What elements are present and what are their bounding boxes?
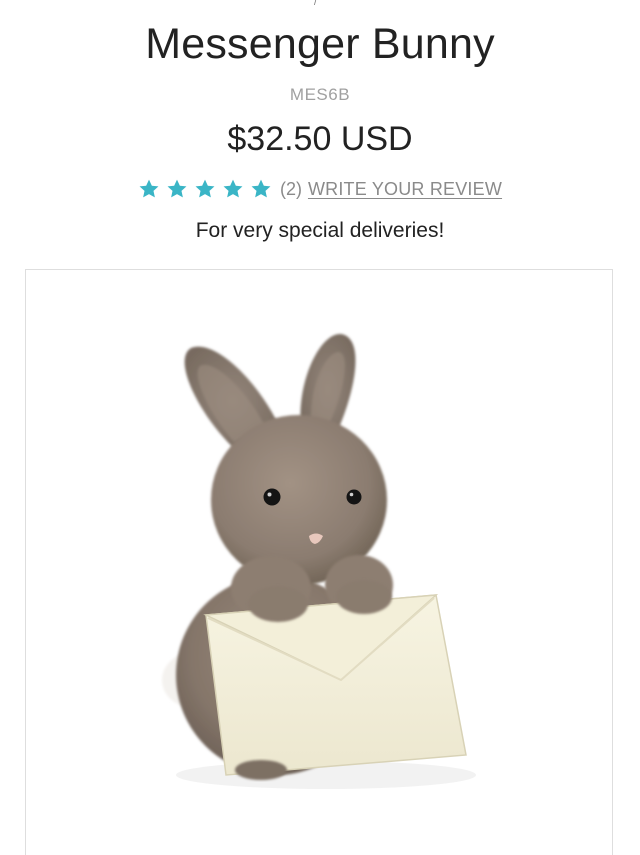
product-price: $32.50 USD [227, 120, 413, 158]
star-icon [139, 179, 159, 198]
product-sku: MES6B [289, 85, 351, 104]
rating-row: (2) WRITE YOUR REVIEW [0, 174, 640, 204]
rating-stars[interactable] [138, 178, 272, 200]
product-tagline: For very special deliveries! [195, 219, 445, 242]
write-review-link[interactable]: WRITE YOUR REVIEW [308, 179, 502, 200]
star-icon [167, 179, 187, 198]
plush-bunny-image [162, 333, 476, 789]
product-page: / Messenger Bunny MES6B $32.50 USD (2) W… [0, 0, 640, 855]
product-title: Messenger Bunny [145, 20, 495, 68]
review-count[interactable]: (2) [280, 179, 302, 200]
breadcrumb-separator-icon: / [314, 0, 317, 8]
star-icon [223, 179, 243, 198]
product-image-frame[interactable] [25, 269, 613, 855]
star-icon [195, 179, 215, 198]
star-icon [251, 179, 271, 198]
